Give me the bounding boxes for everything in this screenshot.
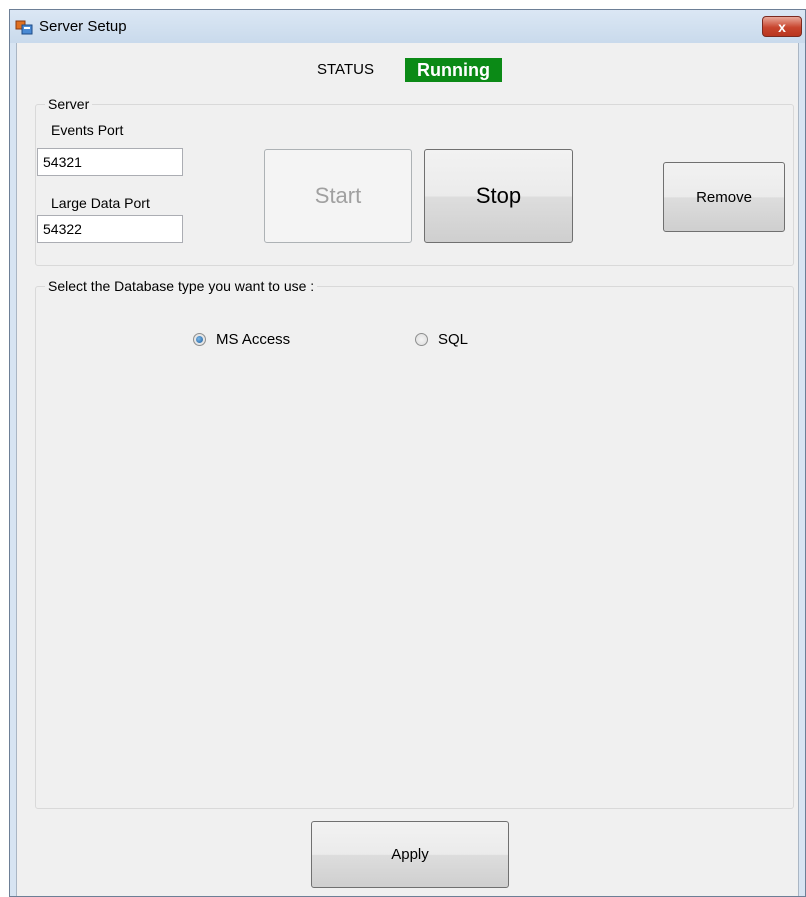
apply-button[interactable]: Apply	[311, 821, 509, 888]
start-button[interactable]: Start	[264, 149, 412, 243]
server-groupbox: Server Events Port 54321 Large Data Port…	[35, 96, 794, 266]
close-icon: x	[778, 18, 786, 35]
title-bar[interactable]: Server Setup x	[10, 10, 805, 43]
radio-sql[interactable]: SQL	[415, 331, 468, 348]
status-value-badge: Running	[405, 58, 502, 82]
radio-ms-access[interactable]: MS Access	[193, 331, 290, 348]
stop-button[interactable]: Stop	[424, 149, 573, 243]
server-group-label: Server	[45, 96, 93, 112]
client-area: STATUS Running Server Events Port 54321 …	[16, 43, 799, 896]
radio-unchecked-icon[interactable]	[415, 333, 428, 346]
events-port-label: Events Port	[51, 122, 124, 138]
status-label: STATUS	[317, 61, 374, 78]
radio-sql-label: SQL	[438, 331, 469, 348]
remove-button[interactable]: Remove	[663, 162, 785, 232]
events-port-input[interactable]: 54321	[37, 148, 183, 176]
server-setup-window: Server Setup x STATUS Running Server Eve…	[9, 9, 806, 897]
radio-checked-icon[interactable]	[193, 333, 206, 346]
database-groupbox: Select the Database type you want to use…	[35, 278, 794, 809]
database-group-label: Select the Database type you want to use…	[45, 278, 318, 294]
large-data-port-input[interactable]: 54322	[37, 215, 183, 243]
window-title: Server Setup	[39, 18, 127, 35]
close-button[interactable]: x	[762, 16, 802, 37]
radio-ms-access-label: MS Access	[216, 331, 291, 348]
window-app-icon	[15, 20, 33, 35]
large-data-port-label: Large Data Port	[51, 195, 150, 211]
